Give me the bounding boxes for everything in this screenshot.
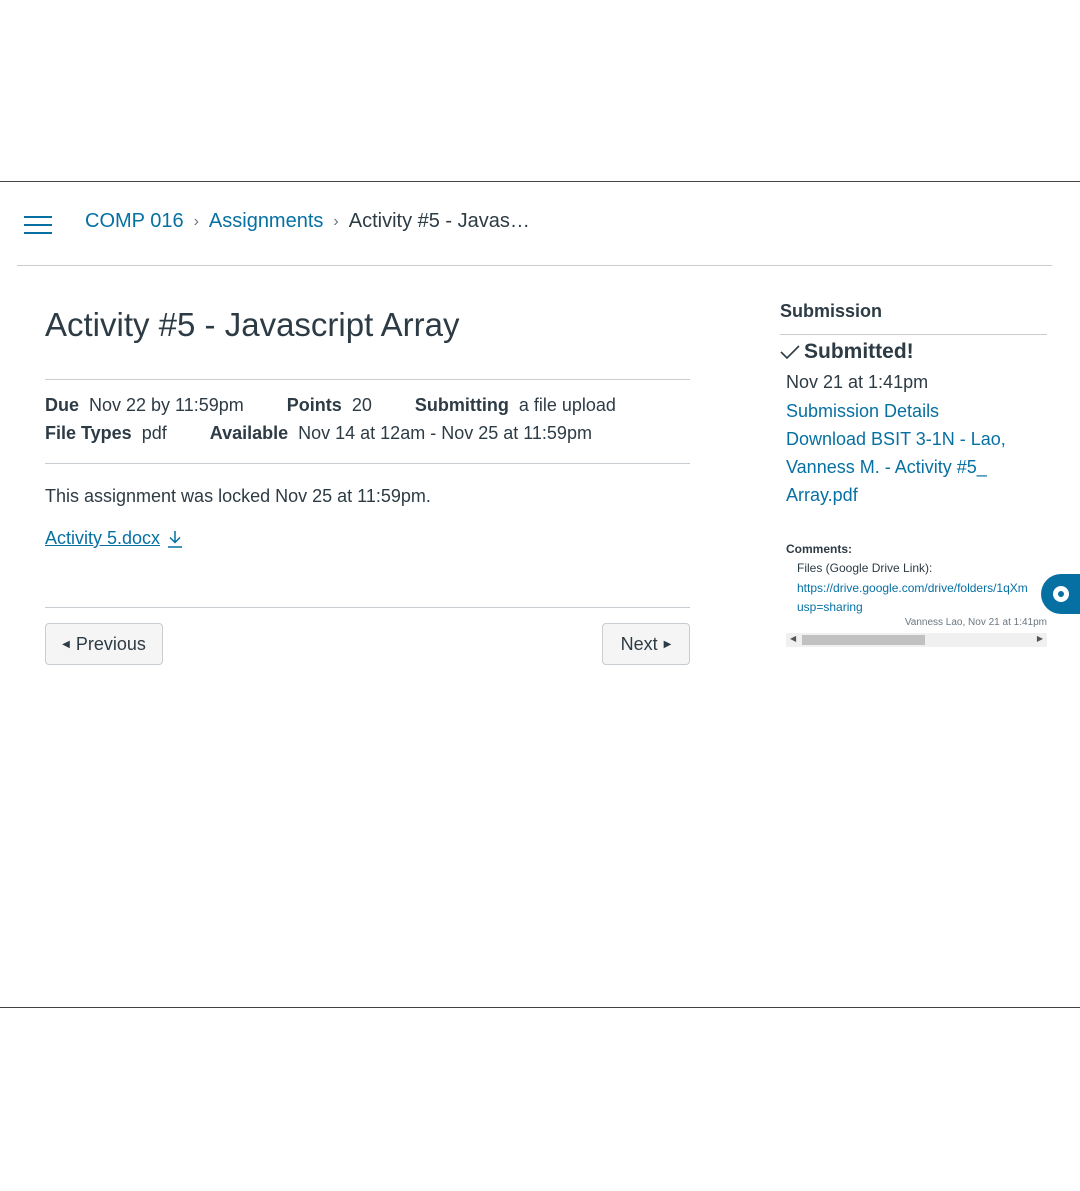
submitting-label: Submitting: [414, 395, 509, 415]
download-icon: [168, 530, 183, 548]
submission-heading: Submission: [780, 301, 883, 321]
assistant-icon: [1053, 586, 1069, 602]
attachment-link[interactable]: Activity 5.docx: [45, 528, 184, 549]
caret-right-icon: ▶: [663, 638, 672, 650]
hamburger-menu-icon[interactable]: [24, 216, 52, 236]
submission-status-text: Submitted!: [804, 340, 914, 363]
due-value: Nov 22 by 11:59pm: [89, 395, 244, 415]
due-label: Due: [45, 395, 80, 415]
next-button[interactable]: Next ▶: [602, 623, 690, 665]
header-divider: [17, 265, 1052, 266]
comments-heading: Comments:: [786, 542, 853, 556]
nav-divider: [45, 607, 690, 608]
assignment-details-row-1: Due Nov 22 by 11:59pm Points 20 Submitting…: [45, 395, 616, 416]
attachment-name: Activity 5.docx: [45, 528, 161, 548]
breadcrumb-current: Activity #5 - Javas…: [348, 210, 530, 232]
submission-details-link[interactable]: Submission Details: [786, 397, 939, 425]
available-value: Nov 14 at 12am - Nov 25 at 11:59pm: [298, 423, 592, 443]
download-submission-link[interactable]: Download BSIT 3-1N - Lao, Vanness M. - A…: [786, 425, 1006, 509]
scroll-right-icon[interactable]: ▶: [1037, 634, 1043, 643]
locked-message: This assignment was locked Nov 25 at 11:…: [45, 486, 431, 506]
submission-status: Submitted!: [780, 340, 914, 364]
download-link-line-3: Array.pdf: [786, 485, 858, 505]
comment-url-line-2: usp=sharing: [797, 600, 863, 614]
submission-divider: [780, 334, 1047, 335]
assignment-details-row-2: File Types pdf Available Nov 14 at 12am - …: [45, 423, 592, 444]
comment-text: Files (Google Drive Link):: [797, 561, 933, 575]
details-bottom-divider: [45, 463, 690, 464]
details-top-divider: [45, 379, 690, 380]
breadcrumb: COMP 016 › Assignments › Activity #5 - J…: [85, 210, 530, 233]
download-link-line-1: Download BSIT 3-1N - Lao,: [786, 429, 1006, 449]
breadcrumb-separator-icon: ›: [193, 212, 199, 230]
top-border: [0, 181, 1080, 182]
checkmark-icon: [780, 345, 800, 360]
scroll-left-icon[interactable]: ◀: [790, 634, 796, 643]
breadcrumb-course-link[interactable]: COMP 016: [85, 210, 184, 233]
submission-date: Nov 21 at 1:41pm: [786, 372, 929, 392]
comments-horizontal-scrollbar[interactable]: ◀ ▶: [786, 633, 1047, 647]
caret-left-icon: ◀: [62, 638, 70, 650]
filetypes-label: File Types: [45, 423, 132, 443]
previous-button[interactable]: ◀ Previous: [45, 623, 163, 665]
page-title: Activity #5 - Javascript Array: [45, 306, 460, 343]
download-link-line-2: Vanness M. - Activity #5_: [786, 457, 987, 477]
comment-author-date: Vanness Lao, Nov 21 at 1:41pm: [904, 617, 1047, 628]
comment-link[interactable]: https://drive.google.com/drive/folders/1…: [797, 579, 1047, 617]
breadcrumb-separator-icon: ›: [333, 212, 339, 230]
submitting-value: a file upload: [518, 395, 616, 415]
available-label: Available: [209, 423, 289, 443]
points-value: 20: [351, 395, 372, 415]
bottom-border: [0, 1007, 1080, 1008]
next-label: Next: [620, 633, 658, 654]
previous-label: Previous: [75, 633, 146, 654]
points-label: Points: [286, 395, 342, 415]
floating-assistant-button[interactable]: [1041, 574, 1080, 614]
comment-url-line-1: https://drive.google.com/drive/folders/1…: [797, 581, 1028, 595]
filetypes-value: pdf: [141, 423, 167, 443]
scrollbar-thumb[interactable]: [802, 635, 925, 645]
breadcrumb-assignments-link[interactable]: Assignments: [209, 210, 324, 233]
